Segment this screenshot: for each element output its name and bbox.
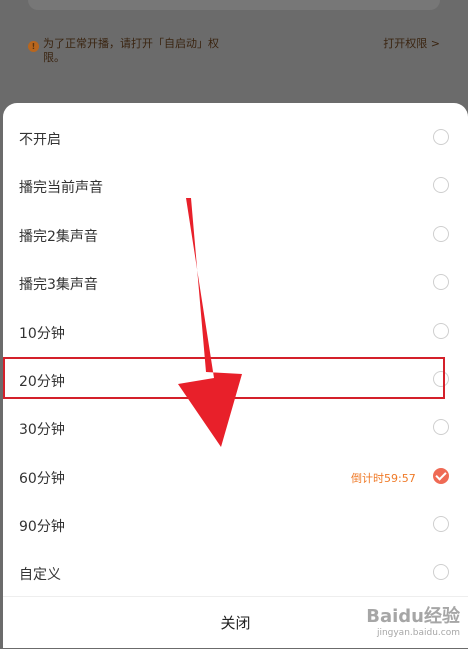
option-label: 30分钟 <box>19 422 65 438</box>
radio-button[interactable] <box>433 516 449 532</box>
option-label: 播完当前声音 <box>19 180 103 196</box>
watermark-main: Baidu经验 <box>366 606 460 627</box>
notice-text: 为了正常开播，请打开「自启动」权限。 <box>43 37 219 64</box>
option-label: 播完2集声音 <box>19 229 98 245</box>
info-icon: ! <box>28 41 39 52</box>
radio-button[interactable] <box>433 419 449 435</box>
option-row-10min[interactable]: 10分钟 <box>3 309 468 357</box>
option-row-custom[interactable]: 自定义 <box>3 550 468 598</box>
option-label: 10分钟 <box>19 326 65 342</box>
radio-button[interactable] <box>433 323 449 339</box>
option-row-60min[interactable]: 60分钟 倒计时59:57 <box>3 454 468 502</box>
option-row-2-episodes[interactable]: 播完2集声音 <box>3 212 468 260</box>
background-card <box>28 0 440 10</box>
option-row-off[interactable]: 不开启 <box>3 115 468 163</box>
radio-button[interactable] <box>433 129 449 145</box>
radio-button[interactable] <box>433 226 449 242</box>
option-row-current[interactable]: 播完当前声音 <box>3 163 468 211</box>
option-row-30min[interactable]: 30分钟 <box>3 405 468 453</box>
option-label: 不开启 <box>19 132 61 148</box>
highlight-box <box>3 357 445 399</box>
option-row-3-episodes[interactable]: 播完3集声音 <box>3 260 468 308</box>
option-label: 播完3集声音 <box>19 277 98 293</box>
radio-button[interactable] <box>433 177 449 193</box>
option-label: 自定义 <box>19 567 61 583</box>
option-label: 60分钟 <box>19 471 65 487</box>
radio-button[interactable] <box>433 274 449 290</box>
radio-button-checked[interactable] <box>433 468 449 484</box>
permission-notice: ! 为了正常开播，请打开「自启动」权限。 打开权限 > <box>28 35 440 75</box>
countdown-text: 倒计时59:57 <box>351 472 416 485</box>
watermark-sub: jingyan.baidu.com <box>376 628 460 638</box>
option-row-90min[interactable]: 90分钟 <box>3 502 468 550</box>
open-permission-link[interactable]: 打开权限 > <box>383 37 440 51</box>
option-label: 90分钟 <box>19 519 65 535</box>
close-label: 关闭 <box>220 614 251 632</box>
radio-button[interactable] <box>433 564 449 580</box>
watermark: Baidu经验 jingyan.baidu.com <box>340 602 460 638</box>
